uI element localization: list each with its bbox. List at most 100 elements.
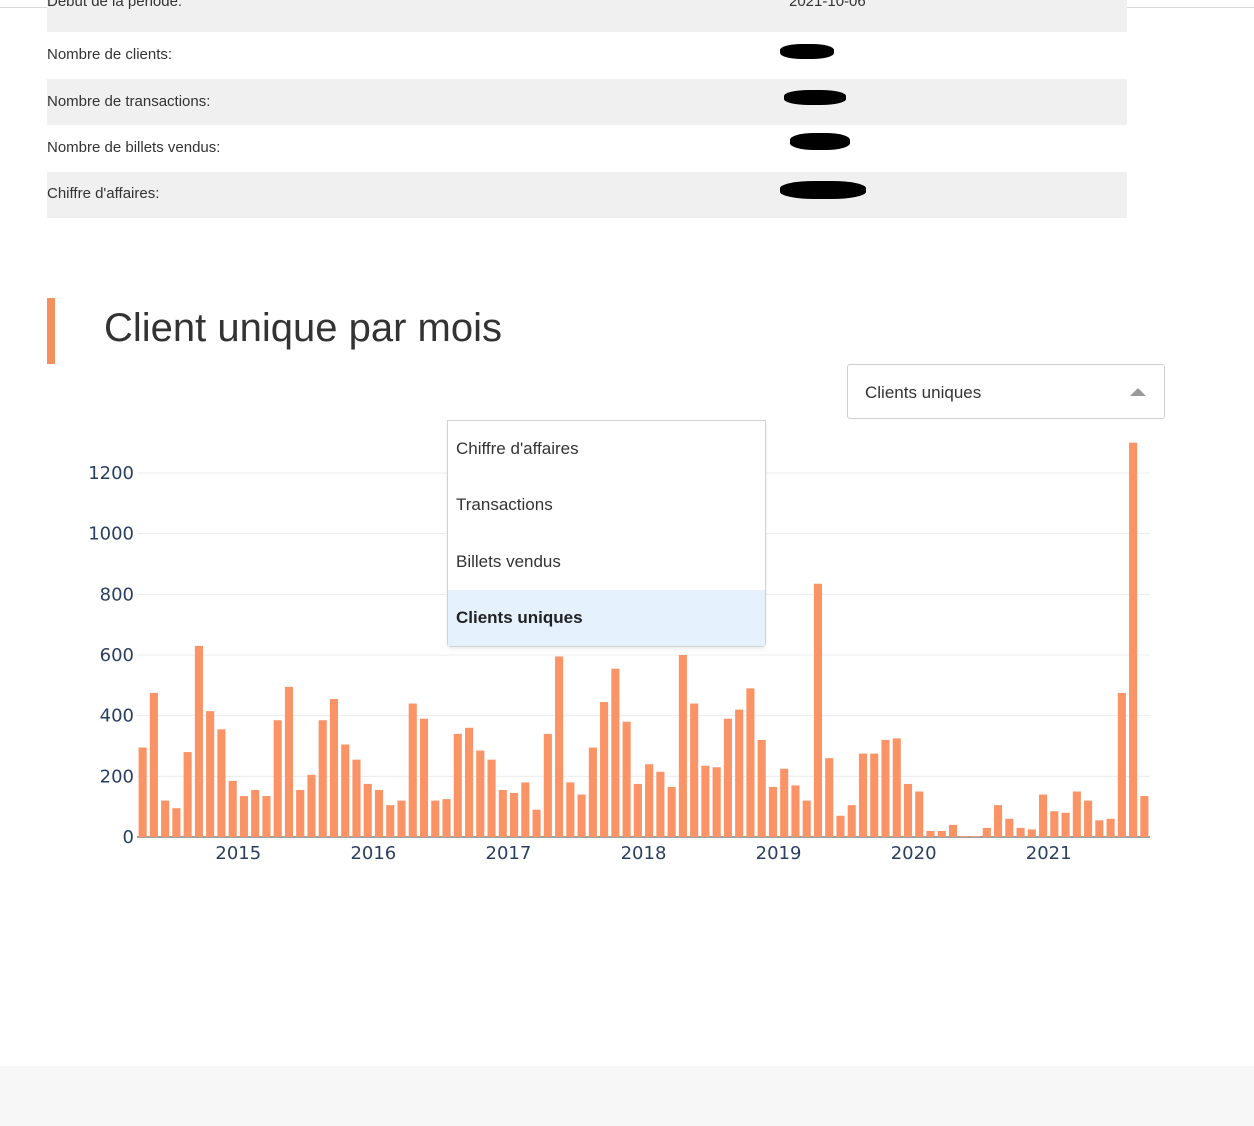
bar[interactable] [960, 836, 969, 837]
bar[interactable] [217, 729, 226, 837]
bar[interactable] [712, 767, 721, 837]
bar[interactable] [1106, 818, 1115, 837]
bar[interactable] [262, 796, 271, 837]
bar[interactable] [1084, 800, 1093, 837]
bar[interactable] [982, 827, 991, 837]
bar[interactable] [937, 830, 946, 837]
option-transactions[interactable]: Transactions [448, 477, 765, 533]
bar[interactable] [791, 785, 800, 837]
bar[interactable] [825, 758, 834, 837]
bar[interactable] [374, 789, 384, 837]
bar[interactable] [149, 692, 158, 837]
bar[interactable] [397, 800, 406, 837]
bar[interactable] [1129, 442, 1138, 837]
option-revenue[interactable]: Chiffre d'affaires [448, 421, 765, 477]
bar[interactable] [228, 780, 237, 837]
bar[interactable] [892, 738, 901, 837]
bar[interactable] [1027, 829, 1036, 837]
redaction-mark [780, 181, 866, 199]
bar[interactable] [307, 774, 316, 837]
bar[interactable] [284, 686, 294, 837]
bar[interactable] [903, 783, 913, 837]
summary-row-clients: Nombre de clients: [47, 32, 1127, 79]
bar[interactable] [735, 709, 744, 837]
bar[interactable] [690, 703, 699, 837]
bar[interactable] [172, 808, 181, 837]
bar[interactable] [273, 720, 282, 837]
bar[interactable] [442, 799, 451, 837]
bar[interactable] [138, 747, 147, 837]
bar[interactable] [239, 796, 248, 837]
bar[interactable] [543, 733, 552, 837]
bar[interactable] [813, 583, 823, 837]
bar[interactable] [926, 830, 935, 837]
bar[interactable] [600, 702, 609, 837]
bar[interactable] [836, 815, 845, 837]
bar[interactable] [802, 800, 811, 837]
bar[interactable] [633, 783, 642, 837]
bar[interactable] [1072, 791, 1081, 838]
bar[interactable] [678, 655, 687, 837]
bar[interactable] [183, 752, 192, 837]
bar[interactable] [1095, 820, 1104, 837]
bar[interactable] [577, 794, 586, 837]
bar[interactable] [723, 718, 732, 837]
bar[interactable] [768, 786, 777, 837]
bar[interactable] [757, 739, 766, 837]
bar[interactable] [352, 759, 361, 837]
bar[interactable] [476, 750, 485, 837]
bar[interactable] [464, 727, 474, 837]
bar[interactable] [419, 718, 429, 837]
bar[interactable] [194, 645, 203, 837]
bar[interactable] [858, 753, 868, 837]
bar[interactable] [408, 703, 417, 837]
bar[interactable] [532, 809, 541, 837]
bar[interactable] [431, 800, 440, 837]
bar[interactable] [993, 805, 1003, 837]
bar[interactable] [453, 733, 462, 837]
bar[interactable] [341, 744, 350, 837]
bar[interactable] [318, 720, 327, 837]
bar[interactable] [588, 747, 597, 837]
bar[interactable] [1016, 827, 1025, 837]
bar[interactable] [645, 764, 654, 837]
bar[interactable] [948, 824, 958, 837]
bar[interactable] [971, 836, 980, 837]
bar[interactable] [780, 768, 789, 837]
bar[interactable] [611, 668, 620, 837]
bar[interactable] [1039, 794, 1048, 837]
bar[interactable] [161, 800, 170, 837]
bar[interactable] [746, 688, 755, 837]
metric-select[interactable]: Clients uniques [847, 364, 1165, 419]
bar[interactable] [1050, 811, 1059, 837]
bar[interactable] [510, 793, 519, 837]
bar[interactable] [296, 789, 305, 837]
bar[interactable] [363, 783, 372, 837]
bar[interactable] [847, 805, 856, 837]
redaction-mark [784, 90, 846, 105]
bar[interactable] [555, 656, 564, 837]
bar[interactable] [881, 739, 890, 837]
bar[interactable] [915, 791, 924, 838]
bar[interactable] [329, 698, 339, 837]
bar[interactable] [206, 711, 215, 837]
bar[interactable] [656, 771, 665, 837]
option-tickets-sold[interactable]: Billets vendus [448, 534, 765, 590]
x-tick-label: 2016 [350, 843, 396, 864]
bar[interactable] [251, 789, 260, 837]
bar[interactable] [1140, 796, 1149, 837]
bar[interactable] [521, 782, 530, 837]
bar[interactable] [386, 805, 395, 837]
bar[interactable] [1005, 818, 1014, 837]
bar[interactable] [701, 765, 710, 837]
bar[interactable] [1117, 692, 1126, 837]
bar[interactable] [667, 786, 676, 837]
bar[interactable] [870, 753, 879, 837]
bar[interactable] [487, 759, 496, 837]
bar[interactable] [566, 782, 575, 837]
bar[interactable] [1061, 812, 1070, 837]
bar[interactable] [622, 721, 631, 837]
caret-up-icon[interactable] [1130, 388, 1146, 396]
option-unique-clients[interactable]: Clients uniques [448, 590, 765, 646]
bar[interactable] [498, 789, 507, 837]
